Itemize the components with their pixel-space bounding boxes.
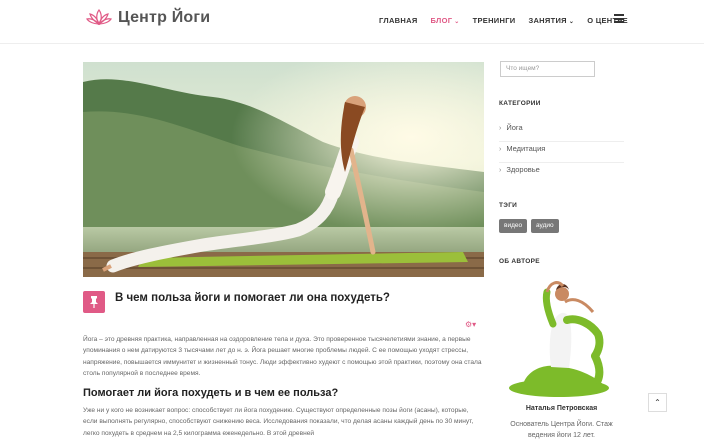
main-nav: ГЛАВНАЯ БЛОГ ⌄ ТРЕНИНГИ ЗАНЯТИЯ ⌄ О ЦЕНТРЕ bbox=[379, 16, 628, 25]
chevron-right-icon: › bbox=[499, 146, 502, 153]
chevron-down-icon: ⌄ bbox=[454, 19, 460, 25]
nav-trainings-label: ТРЕНИНГИ bbox=[472, 16, 516, 25]
post-paragraph-2: Уже ни у кого не возникает вопрос: спосо… bbox=[83, 407, 474, 437]
tags-title: ТЭГИ bbox=[499, 202, 518, 209]
scroll-to-top-button[interactable]: ⌃ bbox=[648, 393, 667, 412]
chevron-right-icon: › bbox=[499, 167, 502, 174]
category-label: Йога bbox=[506, 123, 523, 132]
nav-trainings[interactable]: ТРЕНИНГИ bbox=[473, 16, 516, 25]
author-title: ОБ АВТОРЕ bbox=[499, 258, 540, 265]
author-description: Основатель Центра Йоги. Стаж ведения йог… bbox=[510, 421, 613, 439]
author-photo bbox=[509, 281, 609, 397]
tag-video[interactable]: видео bbox=[499, 219, 528, 233]
gear-icon[interactable]: ⚙▾ bbox=[465, 320, 476, 329]
chevron-right-icon: › bbox=[499, 125, 502, 132]
post-title: В чем польза йоги и помогает ли она поху… bbox=[115, 292, 390, 304]
post-paragraph: Йога – это древняя практика, направленна… bbox=[83, 336, 482, 377]
lotus-icon bbox=[86, 8, 112, 26]
post-hero-image bbox=[83, 62, 484, 277]
author-name: Наталья Петровская bbox=[525, 405, 598, 412]
nav-home-label: ГЛАВНАЯ bbox=[379, 16, 418, 25]
tag-audio[interactable]: аудио bbox=[531, 219, 559, 233]
pin-icon bbox=[83, 291, 105, 313]
chevron-up-icon: ⌃ bbox=[654, 398, 661, 407]
category-label: Здоровье bbox=[506, 165, 540, 174]
category-item-health[interactable]: › Здоровье bbox=[499, 163, 624, 183]
search-input[interactable]: Что ищем? bbox=[500, 61, 595, 77]
hamburger-icon[interactable] bbox=[614, 14, 624, 23]
nav-home[interactable]: ГЛАВНАЯ bbox=[379, 16, 417, 25]
logo-text: Центр Йоги bbox=[118, 9, 211, 26]
nav-blog-label: БЛОГ bbox=[430, 16, 453, 25]
nav-blog[interactable]: БЛОГ ⌄ bbox=[431, 16, 460, 25]
nav-classes[interactable]: ЗАНЯТИЯ ⌄ bbox=[528, 16, 574, 25]
site-header: Центр Йоги ГЛАВНАЯ БЛОГ ⌄ ТРЕНИНГИ ЗАНЯТИ… bbox=[0, 0, 704, 44]
chevron-down-icon: ⌄ bbox=[568, 19, 575, 25]
nav-classes-label: ЗАНЯТИЯ bbox=[528, 16, 567, 25]
category-label: Медитация bbox=[506, 144, 546, 153]
post-subtitle: Помогает ли йога похудеть и в чем ее пол… bbox=[83, 387, 339, 399]
category-item-yoga[interactable]: › Йога bbox=[499, 121, 624, 142]
site-logo[interactable]: Центр Йоги bbox=[86, 8, 210, 28]
category-item-meditation[interactable]: › Медитация bbox=[499, 142, 624, 163]
categories-title: КАТЕГОРИИ bbox=[499, 100, 541, 107]
